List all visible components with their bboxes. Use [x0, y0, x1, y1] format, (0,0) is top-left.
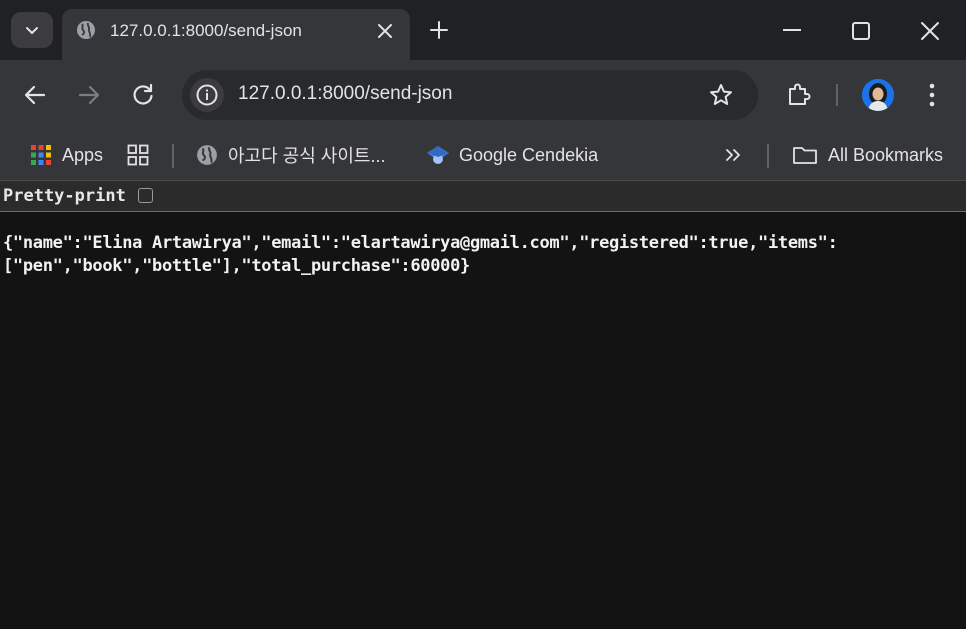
pretty-print-label: Pretty-print	[3, 186, 126, 206]
reload-icon[interactable]	[130, 82, 156, 108]
arrow-right-icon[interactable]	[76, 82, 102, 108]
maximize-icon[interactable]	[850, 20, 872, 42]
toolbar-divider	[836, 84, 838, 106]
scholar-cap-icon	[427, 146, 449, 164]
bookmark-apps-label: Apps	[62, 144, 104, 165]
browser-window: 127.0.0.1:8000/send-json 127.0.0.1:8000/…	[0, 0, 966, 629]
bookmark-google-cendekia[interactable]: Google Cendekia	[426, 130, 598, 180]
bookmark-apps[interactable]: Apps	[30, 130, 103, 180]
pretty-print-checkbox[interactable]	[138, 188, 153, 203]
minimize-icon[interactable]	[781, 28, 803, 32]
bookmarks-overflow-button[interactable]	[724, 130, 742, 180]
globe-icon	[77, 21, 95, 39]
active-tab[interactable]: 127.0.0.1:8000/send-json	[62, 9, 410, 60]
close-icon[interactable]	[375, 21, 395, 41]
kebab-menu-icon[interactable]	[926, 82, 938, 108]
avatar-image	[862, 79, 894, 111]
profile-avatar[interactable]	[862, 79, 894, 111]
pretty-print-bar: Pretty-print	[0, 181, 966, 212]
star-icon[interactable]	[708, 82, 734, 108]
bookmark-google-cendekia-label: Google Cendekia	[459, 144, 599, 165]
site-info-button[interactable]	[190, 78, 224, 112]
double-chevron-icon	[726, 149, 740, 161]
tab-search-button[interactable]	[11, 12, 53, 48]
json-response-text: {"name":"Elina Artawirya","email":"elart…	[3, 233, 838, 276]
page-content: Pretty-print {"name":"Elina Artawirya","…	[0, 181, 966, 629]
grid-icon	[127, 144, 149, 166]
tab-groups-button[interactable]	[127, 130, 149, 180]
window-close-icon[interactable]	[919, 20, 941, 42]
bookmarks-bar: Apps 아고다 공식 사이트... Google Cendekia All B…	[0, 130, 966, 181]
puzzle-icon[interactable]	[786, 81, 812, 107]
info-icon	[196, 84, 218, 106]
bookmark-agoda[interactable]: 아고다 공식 사이트...	[196, 130, 385, 180]
address-bar[interactable]: 127.0.0.1:8000/send-json	[182, 70, 758, 120]
all-bookmarks-button[interactable]: All Bookmarks	[792, 130, 943, 180]
folder-icon	[793, 147, 817, 164]
bookmark-agoda-label: 아고다 공식 사이트...	[228, 146, 386, 166]
bookmarks-divider	[172, 144, 174, 168]
arrow-left-icon[interactable]	[22, 82, 48, 108]
all-bookmarks-label: All Bookmarks	[828, 144, 944, 165]
url-text[interactable]: 127.0.0.1:8000/send-json	[238, 83, 452, 105]
bookmarks-divider-2	[767, 144, 769, 168]
toolbar: 127.0.0.1:8000/send-json	[0, 60, 966, 130]
plus-icon[interactable]	[428, 19, 450, 41]
chevron-down-icon	[26, 27, 38, 34]
globe-icon	[197, 145, 217, 165]
tab-strip: 127.0.0.1:8000/send-json	[0, 0, 966, 60]
tab-title: 127.0.0.1:8000/send-json	[110, 21, 302, 40]
apps-grid-icon	[31, 145, 51, 165]
